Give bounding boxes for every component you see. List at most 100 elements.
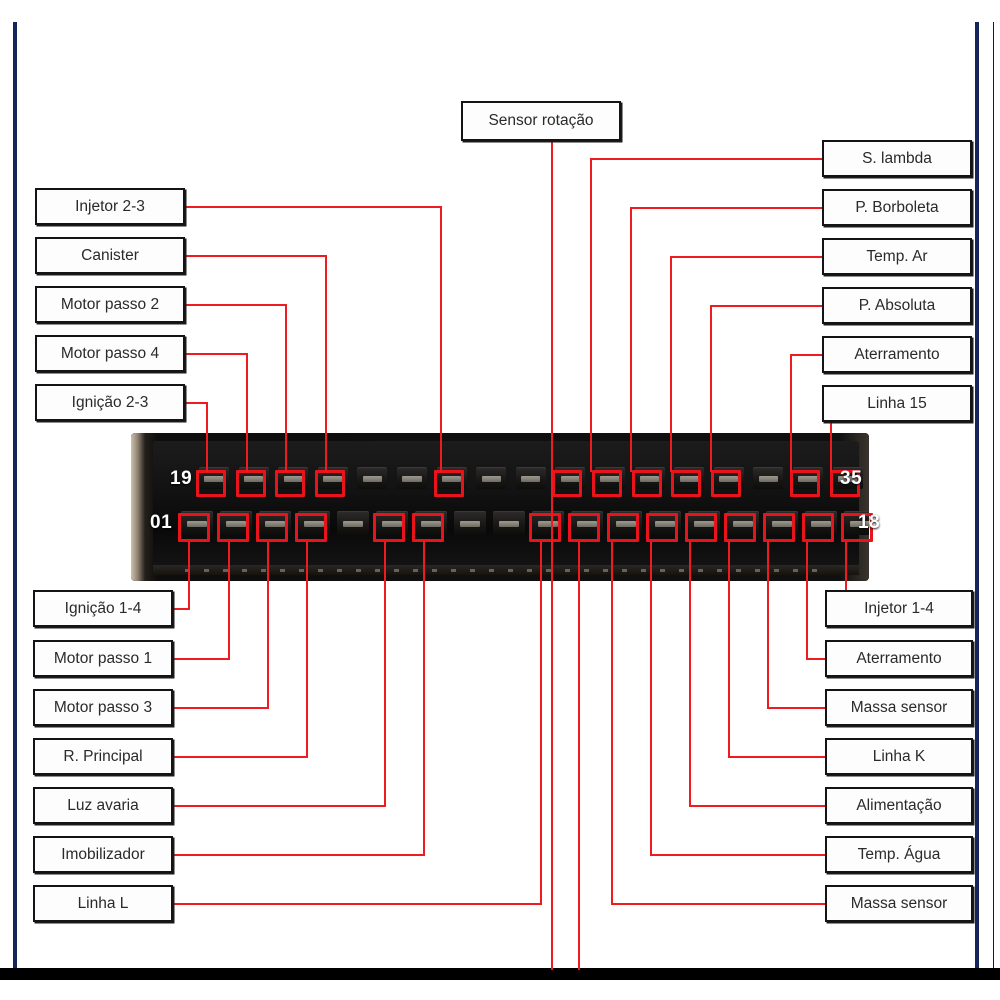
pin-highlight-bottom (373, 513, 405, 542)
label-alimentacao[interactable]: Alimentação (825, 787, 973, 824)
pin-highlight-bottom (763, 513, 795, 542)
leader-vertical (767, 542, 769, 709)
pin-highlight-bottom (412, 513, 444, 542)
leader-horizontal (173, 658, 230, 660)
leader-vertical (689, 542, 691, 807)
leader-horizontal (710, 305, 824, 307)
label-linha-15[interactable]: Linha 15 (822, 385, 972, 422)
label-imobilizador[interactable]: Imobilizador (33, 836, 173, 873)
connector-inner-shell (153, 441, 859, 567)
leader-horizontal (590, 158, 824, 160)
leader-vertical (710, 305, 712, 472)
label-massa-sensor-2[interactable]: Massa sensor (825, 885, 973, 922)
pin-highlight-top (196, 470, 226, 497)
label-p-absoluta[interactable]: P. Absoluta (822, 287, 972, 324)
leader-horizontal (173, 707, 269, 709)
leader-vertical (590, 158, 592, 472)
label-s-lambda[interactable]: S. lambda (822, 140, 972, 177)
leader-vertical (384, 542, 386, 807)
pin-highlight-bottom (568, 513, 600, 542)
pin-highlight-top (552, 470, 583, 497)
label-canister[interactable]: Canister (35, 237, 185, 274)
leader-vertical (806, 542, 808, 660)
leader-vertical (728, 542, 730, 758)
label-temp-agua[interactable]: Temp. Água (825, 836, 973, 873)
leader-vertical (650, 542, 652, 856)
bottom-bar (0, 968, 1000, 980)
leader-vertical (790, 354, 792, 472)
leader-vertical (440, 206, 442, 472)
pin-number-01: 01 (150, 512, 173, 533)
leader-horizontal (185, 304, 287, 306)
label-temp-ar[interactable]: Temp. Ar (822, 238, 972, 275)
leader-vertical (423, 542, 425, 856)
pin-blade (521, 476, 541, 482)
leader-vertical (246, 353, 248, 472)
label-aterramento-bot[interactable]: Aterramento (825, 640, 973, 677)
leader-horizontal (630, 207, 824, 209)
pin-cavity-bottom (454, 511, 486, 535)
leader-vertical (306, 542, 308, 758)
pin-blade (402, 476, 422, 482)
label-p-borboleta[interactable]: P. Borboleta (822, 189, 972, 226)
leader-vertical (267, 542, 269, 709)
pin-highlight-top (592, 470, 622, 497)
pin-highlight-bottom (685, 513, 717, 542)
pin-highlight-top (710, 470, 741, 497)
pin-highlight-bottom (178, 513, 210, 542)
leader-horizontal (670, 256, 824, 258)
frame-rule-left (13, 22, 17, 972)
pin-number-19: 19 (170, 468, 193, 489)
leader-horizontal (790, 354, 824, 356)
frame-hairline-right (993, 22, 994, 972)
leader-horizontal (185, 402, 208, 404)
label-ignicao-2-3[interactable]: Ignição 2-3 (35, 384, 185, 421)
leader-horizontal (611, 903, 827, 905)
leader-horizontal (185, 255, 327, 257)
label-sensor-rotacao[interactable]: Sensor rotação (461, 101, 621, 141)
pin-highlight-bottom (724, 513, 756, 542)
leader-horizontal (185, 206, 442, 208)
leader-horizontal (173, 854, 425, 856)
label-ignicao-1-4[interactable]: Ignição 1-4 (33, 590, 173, 627)
pin-cavity-bottom (493, 511, 525, 535)
pin-blade (481, 476, 501, 482)
pin-blade (498, 521, 520, 528)
pin-highlight-bottom (646, 513, 678, 542)
leader-horizontal (650, 854, 827, 856)
pin-highlight-top (433, 470, 464, 497)
label-linha-l[interactable]: Linha L (33, 885, 173, 922)
label-massa-sensor-1[interactable]: Massa sensor (825, 689, 973, 726)
pin-cavity-top (515, 467, 546, 489)
label-motor-passo-4[interactable]: Motor passo 4 (35, 335, 185, 372)
pin-blade (459, 521, 481, 528)
pin-cavity-top (753, 467, 784, 489)
label-aterramento-top[interactable]: Aterramento (822, 336, 972, 373)
label-r-principal[interactable]: R. Principal (33, 738, 173, 775)
label-injetor-2-3[interactable]: Injetor 2-3 (35, 188, 185, 225)
label-injetor-1-4[interactable]: Injetor 1-4 (825, 590, 973, 627)
pin-cavity-bottom (337, 511, 369, 535)
leader-horizontal (173, 903, 542, 905)
leader-vertical (540, 542, 542, 905)
pin-cavity-top (357, 467, 388, 489)
pin-highlight-bottom (256, 513, 288, 542)
label-luz-avaria[interactable]: Luz avaria (33, 787, 173, 824)
label-motor-passo-3[interactable]: Motor passo 3 (33, 689, 173, 726)
label-motor-passo-2[interactable]: Motor passo 2 (35, 286, 185, 323)
leader-vertical (325, 255, 327, 472)
pin-number-18: 18 (858, 512, 881, 533)
label-motor-passo-1[interactable]: Motor passo 1 (33, 640, 173, 677)
leader-horizontal (767, 707, 827, 709)
connector-lip-texture (171, 569, 829, 572)
leader-horizontal (689, 805, 827, 807)
pin-highlight-top (671, 470, 702, 497)
pin-highlight-bottom (295, 513, 327, 542)
leader-vertical (188, 542, 190, 610)
pin-highlight-top (275, 470, 306, 497)
pin-highlight-bottom (607, 513, 639, 542)
label-linha-k[interactable]: Linha K (825, 738, 973, 775)
pin-blade (342, 521, 364, 528)
pin-cavity-top (476, 467, 507, 489)
leader-vertical (630, 207, 632, 472)
